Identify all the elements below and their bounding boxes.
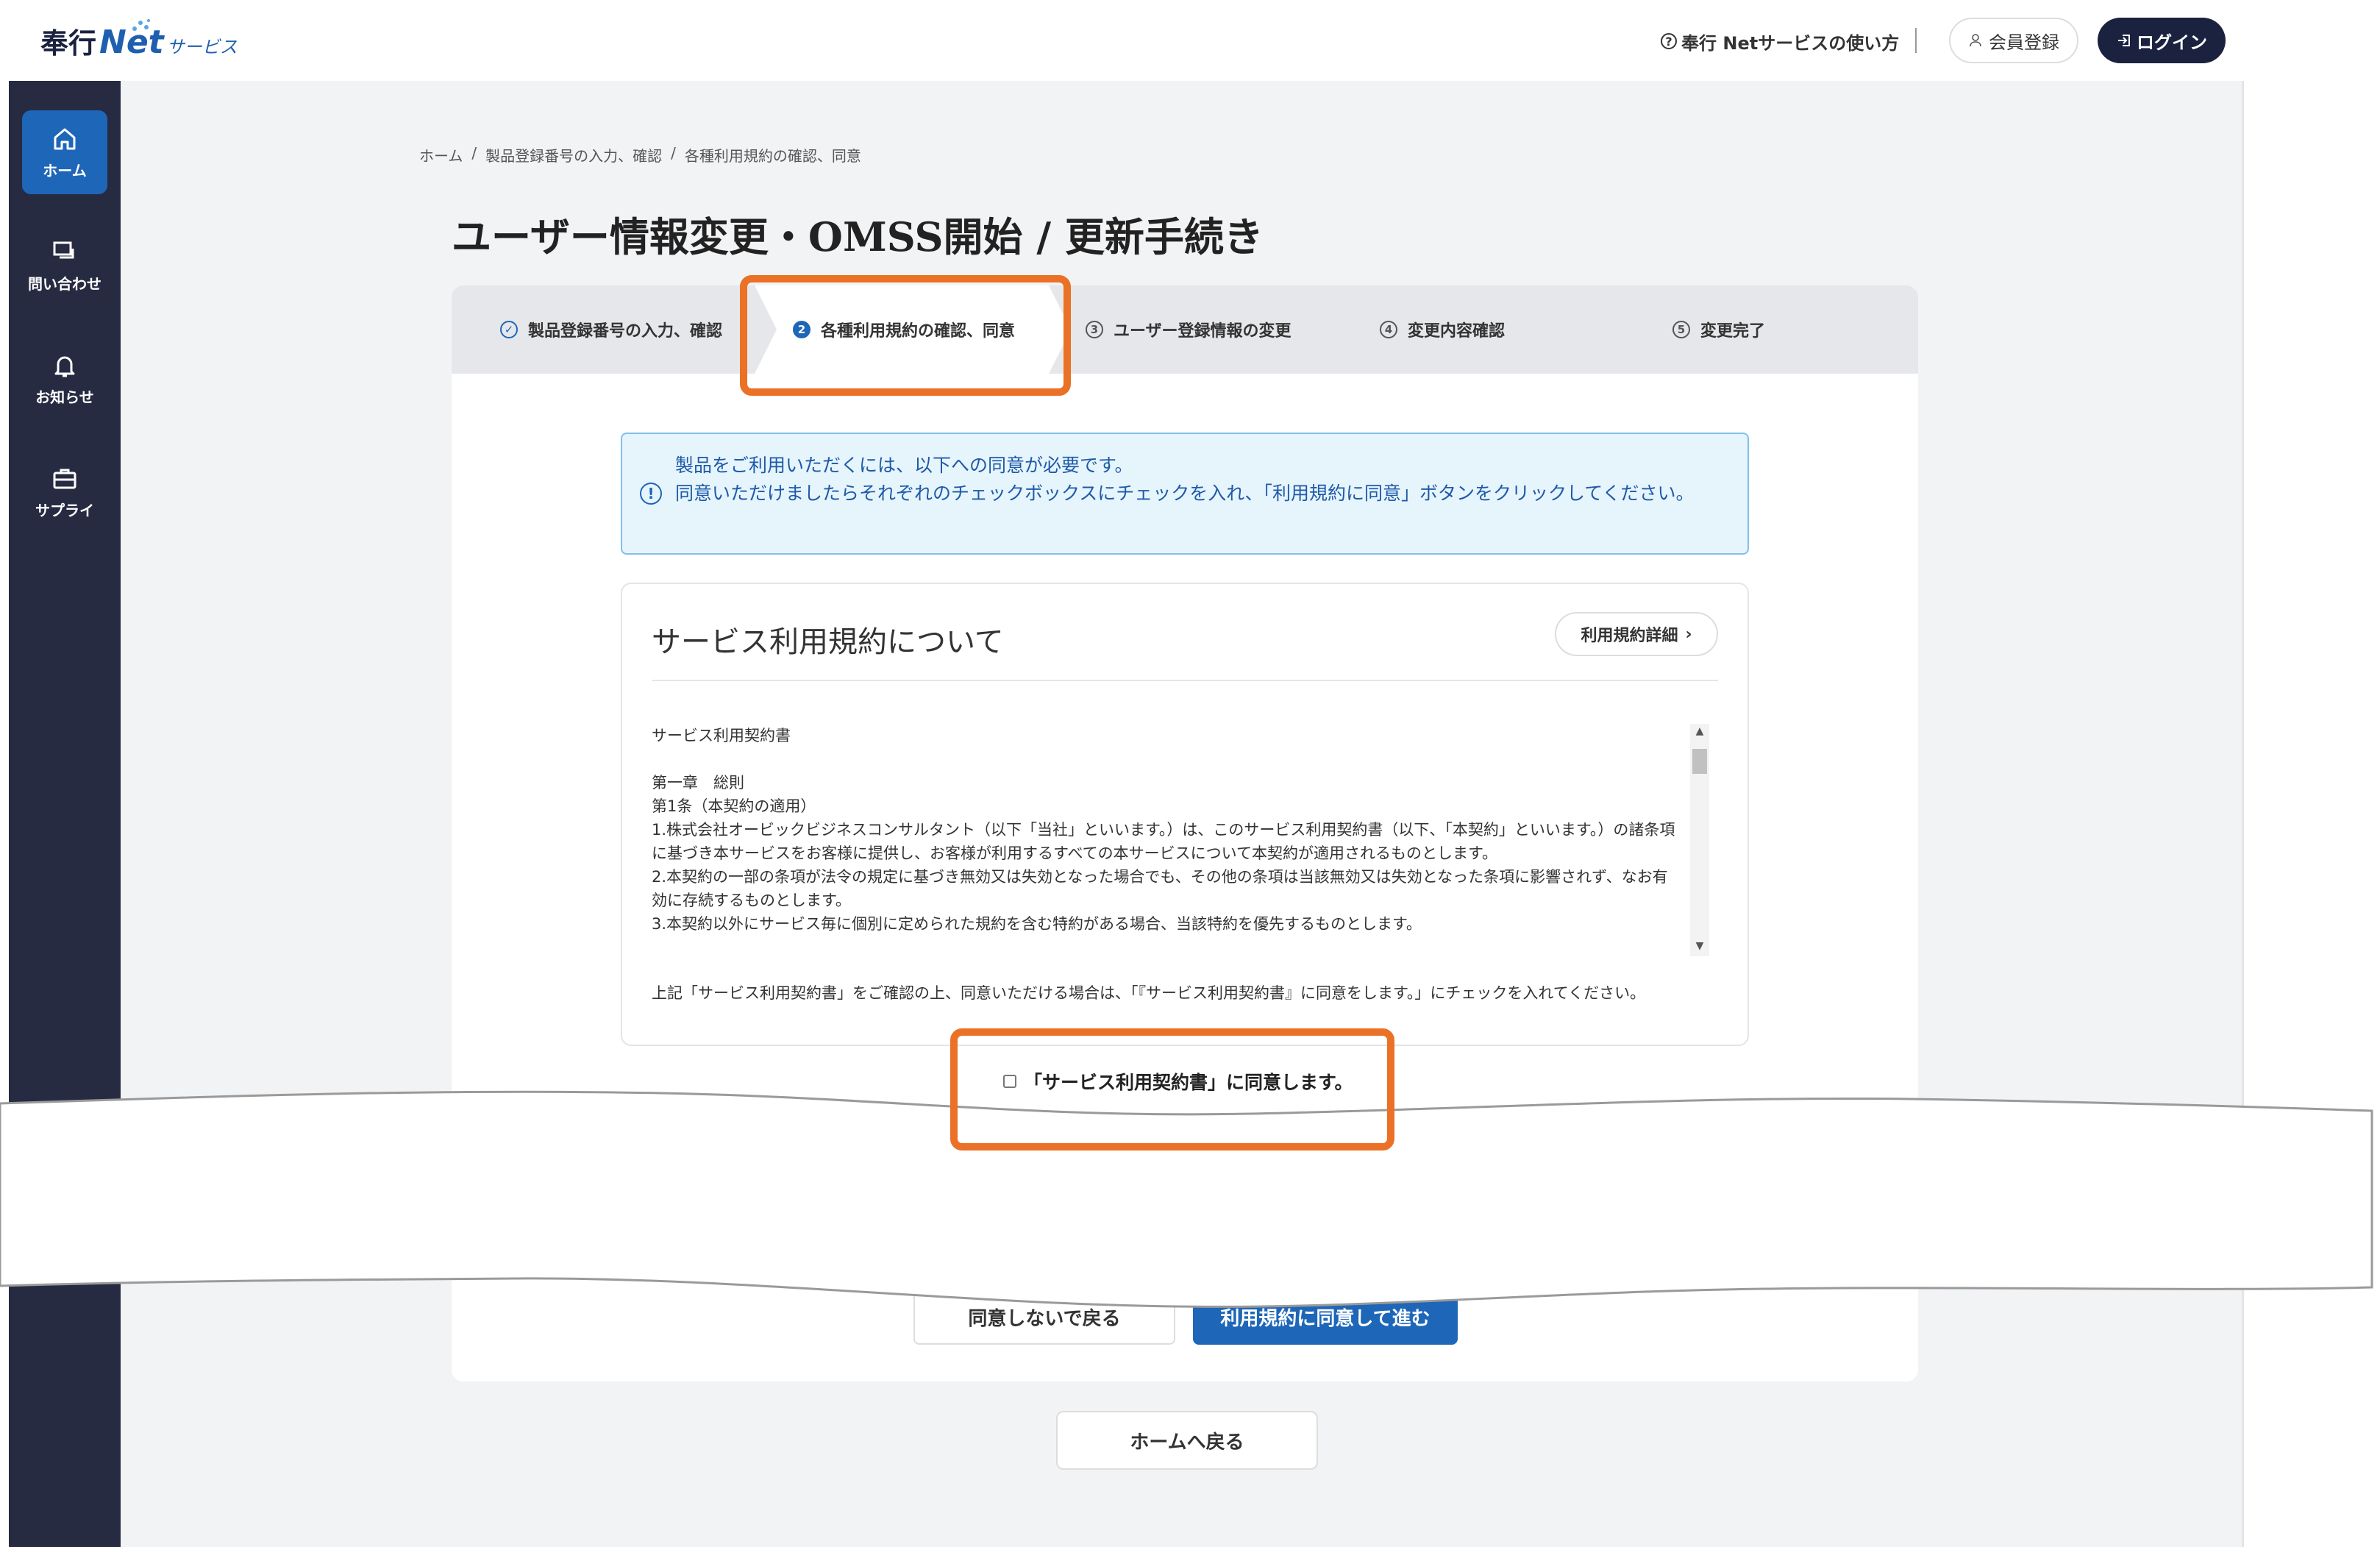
sidebar-item-home[interactable]: ホーム (22, 110, 107, 194)
help-link[interactable]: ? 奉行 Netサービスの使い方 (1661, 26, 1899, 56)
logo-main: 奉行 (40, 27, 97, 60)
breadcrumb-home[interactable]: ホーム (419, 144, 463, 166)
info-notice: ! 製品をご利用いただくには、以下への同意が必要です。 同意いただけましたらそれ… (621, 433, 1749, 555)
notice-text: 製品をご利用いただくには、以下への同意が必要です。 同意いただけましたらそれぞれ… (675, 452, 1734, 508)
step-5: 5 変更完了 (1672, 285, 1765, 374)
breadcrumb-separator: / (671, 144, 676, 162)
back-to-home-button[interactable]: ホームへ戻る (1056, 1411, 1318, 1470)
bell-icon (54, 356, 75, 377)
terms-line: 2.本契約の一部の条項が法令の規定に基づき無効又は失効となった場合でも、その他の… (652, 868, 1668, 909)
notice-line: 製品をご利用いただくには、以下への同意が必要です。 (675, 455, 1133, 476)
step-3: 3 ユーザー登録情報の変更 (1086, 285, 1291, 374)
scroll-down-icon[interactable]: ▼ (1690, 939, 1709, 953)
header-divider (1915, 28, 1917, 53)
home-icon (54, 128, 76, 149)
step-label: 変更内容確認 (1408, 322, 1506, 341)
highlight-current-step (740, 275, 1071, 396)
page-title: ユーザー情報変更・OMSS開始 / 更新手続き (452, 213, 1264, 260)
terms-text-scroll[interactable]: サービス利用契約書 第一章 総則 第1条（本契約の適用） 1.株式会社オービック… (652, 724, 1681, 952)
notice-line: 同意いただけましたらそれぞれのチェックボックスにチェックを入れ、「利用規約に同意… (675, 483, 1695, 504)
terms-line: サービス利用契約書 (652, 727, 791, 744)
sidebar-item-notice[interactable]: お知らせ (22, 337, 107, 421)
step-label: 変更完了 (1700, 322, 1766, 341)
terms-line: 3.本契約以外にサービス毎に個別に定められた規約を含む特約がある場合、当該特約を… (652, 915, 1422, 933)
chevron-right-icon: › (1685, 625, 1692, 644)
content-right-border (2242, 81, 2244, 1547)
terms-divider (652, 680, 1718, 681)
logo-dots-icon (129, 19, 152, 34)
chat-icon (53, 241, 74, 258)
help-link-label: 奉行 Netサービスの使い方 (1681, 32, 1900, 54)
login-button-label: ログイン (2137, 32, 2207, 53)
breadcrumb-separator: / (471, 144, 477, 162)
question-icon: ? (1661, 33, 1677, 49)
step-1: ✓ 製品登録番号の入力、確認 (500, 285, 722, 374)
step-number: 3 (1086, 321, 1103, 338)
terms-line (652, 747, 1681, 771)
sidebar-item-label: お知らせ (35, 388, 94, 406)
sidebar-item-label: サプライ (35, 501, 94, 519)
terms-line: 第一章 総則 (652, 774, 744, 792)
register-button[interactable]: 会員登録 (1949, 18, 2078, 63)
step-label: ユーザー登録情報の変更 (1114, 322, 1291, 341)
step-number: 4 (1380, 321, 1397, 338)
login-icon (2118, 35, 2130, 46)
person-icon (1970, 34, 1981, 47)
step-label: 製品登録番号の入力、確認 (528, 322, 723, 341)
sidebar-item-label: ホーム (43, 161, 87, 179)
terms-detail-button[interactable]: 利用規約詳細 › (1555, 612, 1718, 656)
scroll-up-icon[interactable]: ▲ (1690, 724, 1709, 739)
check-icon: ✓ (500, 321, 518, 338)
login-button[interactable]: ログイン (2098, 18, 2226, 63)
terms-scrollbar[interactable]: ▲ ▼ (1690, 724, 1709, 956)
info-icon: ! (640, 483, 662, 505)
breadcrumb-step1[interactable]: 製品登録番号の入力、確認 (485, 144, 662, 166)
terms-detail-label: 利用規約詳細 (1581, 627, 1678, 645)
step-number: 5 (1672, 321, 1690, 338)
terms-line: 第1条（本契約の適用） (652, 797, 816, 815)
sidebar-item-label: 問い合わせ (28, 274, 101, 293)
scroll-thumb[interactable] (1692, 749, 1707, 774)
terms-title: サービス利用規約について (652, 625, 1004, 659)
terms-panel: サービス利用規約について 利用規約詳細 › サービス利用契約書 第一章 総則 第… (621, 583, 1749, 1046)
step-4: 4 変更内容確認 (1380, 285, 1505, 374)
register-button-label: 会員登録 (1989, 32, 2059, 53)
breadcrumb-current: 各種利用規約の確認、同意 (684, 147, 861, 165)
briefcase-icon (53, 469, 76, 488)
top-header (0, 0, 2243, 81)
sidebar-item-contact[interactable]: 問い合わせ (22, 224, 107, 307)
logo-sub: サービス (166, 37, 238, 57)
breadcrumb: ホーム / 製品登録番号の入力、確認 / 各種利用規約の確認、同意 (419, 144, 861, 166)
terms-line: 1.株式会社オービックビジネスコンサルタント（以下「当社」といいます。）は、この… (652, 821, 1675, 862)
terms-footer-text: 上記「サービス利用契約書」をご確認の上、同意いただける場合は、「『サービス利用契… (652, 984, 1646, 1002)
sidebar: ホーム 問い合わせ お知らせ サプライ (9, 81, 121, 1547)
highlight-agree-checkbox (950, 1028, 1394, 1151)
sidebar-item-supply[interactable]: サプライ (22, 450, 107, 534)
